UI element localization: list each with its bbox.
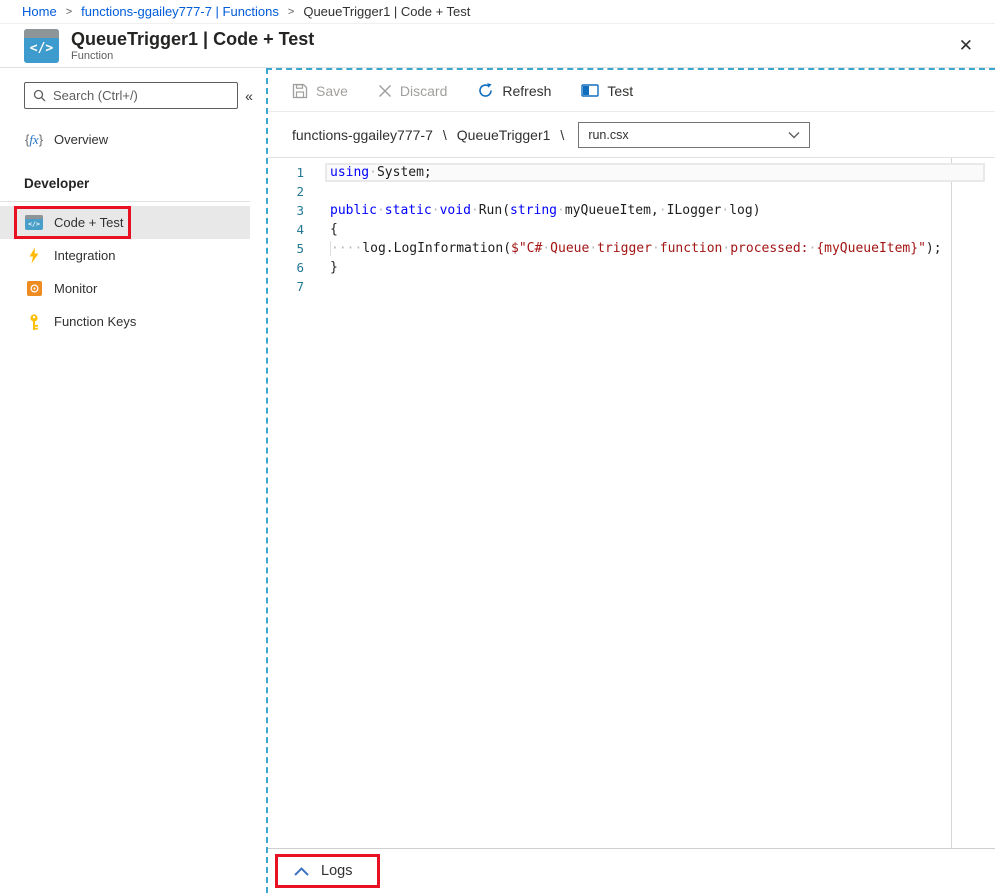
file-select[interactable]: run.csx (578, 122, 810, 148)
code-line-content: } (304, 258, 338, 277)
breadcrumb-separator: > (288, 6, 294, 18)
sidebar: « {fx} Overview Developer </> Code + Test I… (0, 68, 266, 893)
test-button[interactable]: Test (581, 83, 633, 99)
code-line[interactable]: 3public·static·void·Run(string·myQueueIt… (268, 201, 995, 220)
search-input[interactable] (53, 88, 229, 103)
toolbar-button-label: Save (316, 83, 348, 99)
file-select-value: run.csx (588, 128, 628, 142)
search-icon (33, 89, 46, 102)
close-icon[interactable]: ✕ (951, 33, 981, 58)
sidebar-item-integration[interactable]: Integration (0, 239, 250, 272)
line-number: 7 (268, 277, 304, 296)
sidebar-divider (0, 201, 250, 202)
fx-braces-icon: {fx} (25, 131, 43, 149)
lightning-icon (25, 247, 43, 265)
discard-button: Discard (378, 83, 447, 99)
toolbar-button-label: Test (607, 83, 633, 99)
refresh-button[interactable]: Refresh (477, 82, 551, 99)
line-number: 1 (268, 163, 304, 182)
sidebar-item-label: Monitor (54, 281, 97, 296)
sidebar-menu: {fx} Overview (0, 123, 266, 156)
code-line[interactable]: 2 (268, 182, 995, 201)
breadcrumb-link[interactable]: functions-ggailey777-7 | Functions (81, 4, 279, 19)
sidebar-item-label: Integration (54, 248, 115, 263)
search-input-wrapper (24, 82, 238, 109)
logs-label: Logs (321, 863, 352, 879)
logs-bar: Logs (268, 848, 995, 893)
breadcrumb-link[interactable]: Home (22, 4, 57, 19)
path-separator: \ (560, 127, 564, 143)
chevron-down-icon (788, 131, 800, 139)
page-header: </> QueueTrigger1 | Code + Test Function… (0, 24, 995, 68)
sidebar-item-label: Code + Test (54, 215, 124, 230)
test-panel-icon (581, 83, 599, 98)
code-line[interactable]: 7 (268, 277, 995, 296)
double-chevron-left-icon[interactable]: « (238, 88, 260, 104)
sidebar-item-code-test[interactable]: </> Code + Test (0, 206, 250, 239)
function-code-window-icon: </> (24, 29, 59, 63)
code-line-content: public·static·void·Run(string·myQueueIte… (304, 201, 761, 220)
code-line-content: { (304, 220, 338, 239)
toolbar-button-label: Refresh (502, 83, 551, 99)
code-line[interactable]: 4{ (268, 220, 995, 239)
discard-x-icon (378, 84, 392, 98)
sidebar-item-label: Overview (54, 132, 108, 147)
line-number: 4 (268, 220, 304, 239)
save-button: Save (292, 83, 348, 99)
save-icon (292, 83, 308, 99)
sidebar-developer-menu: </> Code + Test Integration Monitor Function… (0, 206, 266, 338)
file-path-bar: functions-ggailey777-7 \ QueueTrigger1 \… (268, 112, 995, 158)
toolbar-button-label: Discard (400, 83, 447, 99)
breadcrumb-separator: > (66, 6, 72, 18)
monitor-icon (25, 280, 43, 298)
path-separator: \ (443, 127, 447, 143)
breadcrumb-current: QueueTrigger1 | Code + Test (303, 4, 470, 19)
code-line[interactable]: 5····log.LogInformation($"C#·Queue·trigg… (268, 239, 995, 258)
breadcrumb: Home > functions-ggailey777-7 | Functions >… (0, 0, 995, 24)
sidebar-section-developer: Developer (0, 156, 266, 201)
page-title: QueueTrigger1 | Code + Test (71, 29, 314, 49)
code-line[interactable]: 6} (268, 258, 995, 277)
line-number: 3 (268, 201, 304, 220)
code-window-icon: </> (25, 214, 43, 232)
sidebar-item-function-keys[interactable]: Function Keys (0, 305, 250, 338)
line-number: 6 (268, 258, 304, 277)
code-line-content: ····log.LogInformation($"C#·Queue·trigge… (304, 239, 942, 258)
code-line-content (304, 277, 330, 296)
logs-expand-button[interactable]: Logs (275, 854, 380, 888)
code-line[interactable]: 1using·System; (268, 163, 995, 182)
toolbar: Save Discard Refresh Test (268, 70, 995, 112)
code-line-content: using·System; (304, 163, 432, 182)
refresh-icon (477, 82, 494, 99)
sidebar-item-monitor[interactable]: Monitor (0, 272, 250, 305)
file-path-app: functions-ggailey777-7 (292, 127, 433, 143)
sidebar-item-overview[interactable]: {fx} Overview (0, 123, 250, 156)
code-editor[interactable]: 1using·System;23public·static·void·Run(s… (268, 158, 995, 848)
page-subtitle: Function (71, 50, 314, 62)
line-number: 5 (268, 239, 304, 258)
code-line-content (304, 182, 330, 201)
main-panel: Save Discard Refresh Test functions-ggailey… (266, 68, 995, 893)
file-path-function: QueueTrigger1 (457, 127, 551, 143)
key-icon (25, 313, 43, 331)
sidebar-item-label: Function Keys (54, 314, 136, 329)
line-number: 2 (268, 182, 304, 201)
chevron-up-icon (293, 866, 310, 877)
